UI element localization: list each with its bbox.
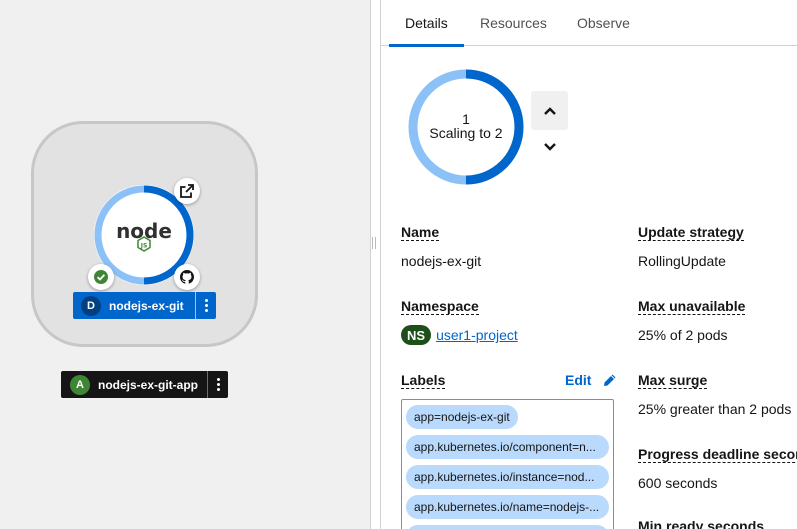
open-url-button[interactable] [174, 178, 200, 204]
deployment-name-tag[interactable]: D nodejs-ex-git [73, 292, 195, 319]
kebab-icon [216, 378, 220, 391]
label-chip[interactable]: app.kubernetes.io/name=nodejs-... [406, 495, 609, 519]
chevron-down-icon [543, 143, 556, 151]
edit-labels-text: Edit [565, 372, 592, 388]
max-surge-value: 25% greater than 2 pods [638, 401, 792, 417]
name-value: nodejs-ex-git [401, 253, 482, 269]
application-label[interactable]: A nodejs-ex-git-app [61, 371, 228, 398]
deployment-actions-button[interactable] [195, 292, 216, 319]
external-link-icon [180, 184, 194, 198]
chevron-up-icon [543, 106, 556, 115]
name-label: Name [401, 224, 440, 241]
pod-scaling-status: Scaling to 2 [429, 125, 503, 141]
tab-resources[interactable]: Resources [464, 0, 563, 46]
panel-tabs: Details Resources Observe [381, 0, 797, 47]
label-chip[interactable] [406, 525, 609, 529]
deployment-label[interactable]: D nodejs-ex-git [73, 292, 216, 319]
label-chip[interactable]: app=nodejs-ex-git [406, 405, 518, 429]
edit-source-code-button[interactable] [174, 264, 200, 290]
max-unavailable-value: 25% of 2 pods [638, 327, 728, 343]
tab-details[interactable]: Details [389, 0, 464, 47]
max-surge-label: Max surge [638, 372, 708, 389]
pod-count: 1 [462, 111, 470, 127]
topology-canvas[interactable]: node JS D nodejs-ex-git A nodejs-ex-git-… [0, 0, 371, 529]
application-actions-button[interactable] [207, 371, 228, 398]
pencil-icon [604, 374, 616, 386]
build-status-badge[interactable] [88, 264, 114, 290]
labels-list[interactable]: app=nodejs-ex-git app.kubernetes.io/comp… [401, 399, 614, 529]
increase-pod-count-button[interactable] [531, 91, 568, 130]
application-name: nodejs-ex-git-app [98, 377, 199, 392]
application-name-tag[interactable]: A nodejs-ex-git-app [61, 371, 207, 398]
side-panel: Details Resources Observe 1 Scaling to 2… [380, 0, 797, 529]
svg-text:JS: JS [140, 243, 148, 250]
edit-labels-button[interactable]: Edit [565, 372, 617, 388]
progress-deadline-value: 600 seconds [638, 475, 718, 491]
label-chip[interactable]: app.kubernetes.io/instance=nod... [406, 465, 609, 489]
min-ready-label: Min ready seconds [638, 518, 764, 529]
namespace-label: Namespace [401, 298, 479, 315]
max-unavailable-label: Max unavailable [638, 298, 746, 315]
update-strategy-value: RollingUpdate [638, 253, 726, 269]
labels-label: Labels [401, 372, 446, 389]
pod-status-text: 1 Scaling to 2 [407, 112, 525, 140]
kebab-icon [204, 299, 208, 312]
namespace-kind-badge: NS [401, 325, 432, 345]
namespace-value: NS user1-project [401, 325, 518, 345]
label-chip[interactable]: app.kubernetes.io/component=n... [406, 435, 609, 459]
application-kind-badge: A [70, 374, 90, 395]
deployment-kind-badge: D [81, 295, 101, 316]
svg-text:node: node [116, 219, 172, 243]
namespace-link[interactable]: user1-project [436, 327, 518, 343]
check-circle-icon [94, 270, 108, 284]
decrease-pod-count-button[interactable] [531, 135, 568, 159]
deployment-name: nodejs-ex-git [109, 298, 184, 313]
progress-deadline-label: Progress deadline seconds [638, 446, 797, 463]
update-strategy-label: Update strategy [638, 224, 744, 241]
github-icon [180, 270, 194, 284]
tab-observe[interactable]: Observe [561, 0, 646, 46]
panel-resize-handle[interactable] [372, 237, 378, 249]
